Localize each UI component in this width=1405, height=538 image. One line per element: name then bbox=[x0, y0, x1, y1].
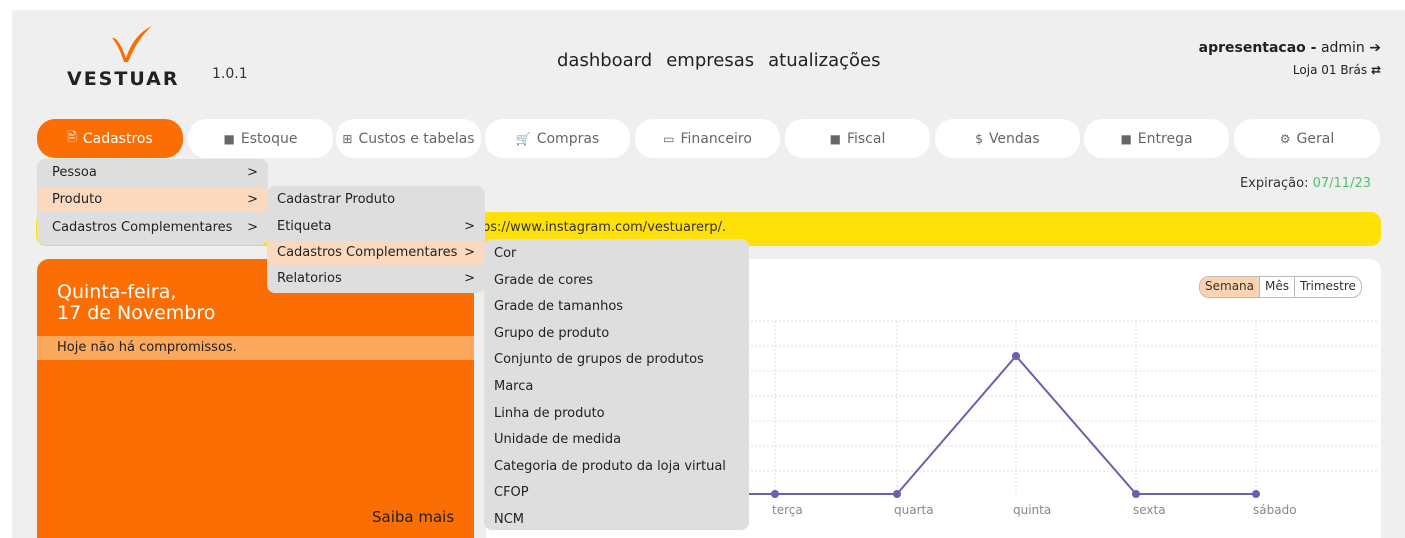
x-tick-label: quinta bbox=[1013, 503, 1051, 517]
series-line bbox=[740, 354, 1256, 495]
data-point[interactable] bbox=[1132, 490, 1140, 498]
submenu-item[interactable]: Grade de tamanhos bbox=[484, 293, 749, 320]
x-tick-label: terça bbox=[772, 503, 803, 517]
menu-cadastros: Pessoa > Produto > Cadastros Complementare… bbox=[37, 159, 268, 245]
submenu-item[interactable]: Conjunto de grupos de produtos bbox=[484, 346, 749, 373]
data-point[interactable] bbox=[771, 490, 779, 498]
submenu-item[interactable]: Unidade de medida bbox=[484, 426, 749, 453]
data-point[interactable] bbox=[1012, 352, 1020, 360]
menu-item-cadastros-complementares[interactable]: Cadastros Complementares > bbox=[37, 216, 268, 240]
submenu-item[interactable]: Linha de produto bbox=[484, 400, 749, 427]
x-tick-label: sábado bbox=[1253, 503, 1297, 517]
submenu-item[interactable]: CFOP bbox=[484, 479, 749, 506]
submenu-item[interactable]: NCM bbox=[484, 506, 749, 533]
menu-item-produto[interactable]: Produto > bbox=[37, 188, 268, 212]
submenu-item[interactable]: Grupo de produto bbox=[484, 320, 749, 347]
menu-item-cadastrar-produto[interactable]: Cadastrar Produto bbox=[267, 188, 485, 212]
submenu-item[interactable]: Cor bbox=[484, 240, 749, 267]
menu-item-pessoa[interactable]: Pessoa > bbox=[37, 161, 268, 185]
menu-item-etiqueta[interactable]: Etiqueta > bbox=[267, 215, 485, 239]
submenu-item[interactable]: Categoria de produto da loja virtual bbox=[484, 453, 749, 480]
submenu-item[interactable]: Grade de cores bbox=[484, 267, 749, 294]
menu-cadastros-complementares: Cor Grade de cores Grade de tamanhos Grupo … bbox=[484, 239, 749, 530]
data-point[interactable] bbox=[1252, 490, 1260, 498]
data-point[interactable] bbox=[893, 490, 901, 498]
x-tick-label: sexta bbox=[1133, 503, 1166, 517]
menu-item-relatorios[interactable]: Relatorios > bbox=[267, 267, 485, 291]
menu-item-produto-complementares[interactable]: Cadastros Complementares > bbox=[267, 241, 485, 265]
menu-produto: Cadastrar Produto Etiqueta > Cadastros Co… bbox=[267, 186, 485, 293]
x-tick-label: quarta bbox=[894, 503, 934, 517]
submenu-item[interactable]: Marca bbox=[484, 373, 749, 400]
